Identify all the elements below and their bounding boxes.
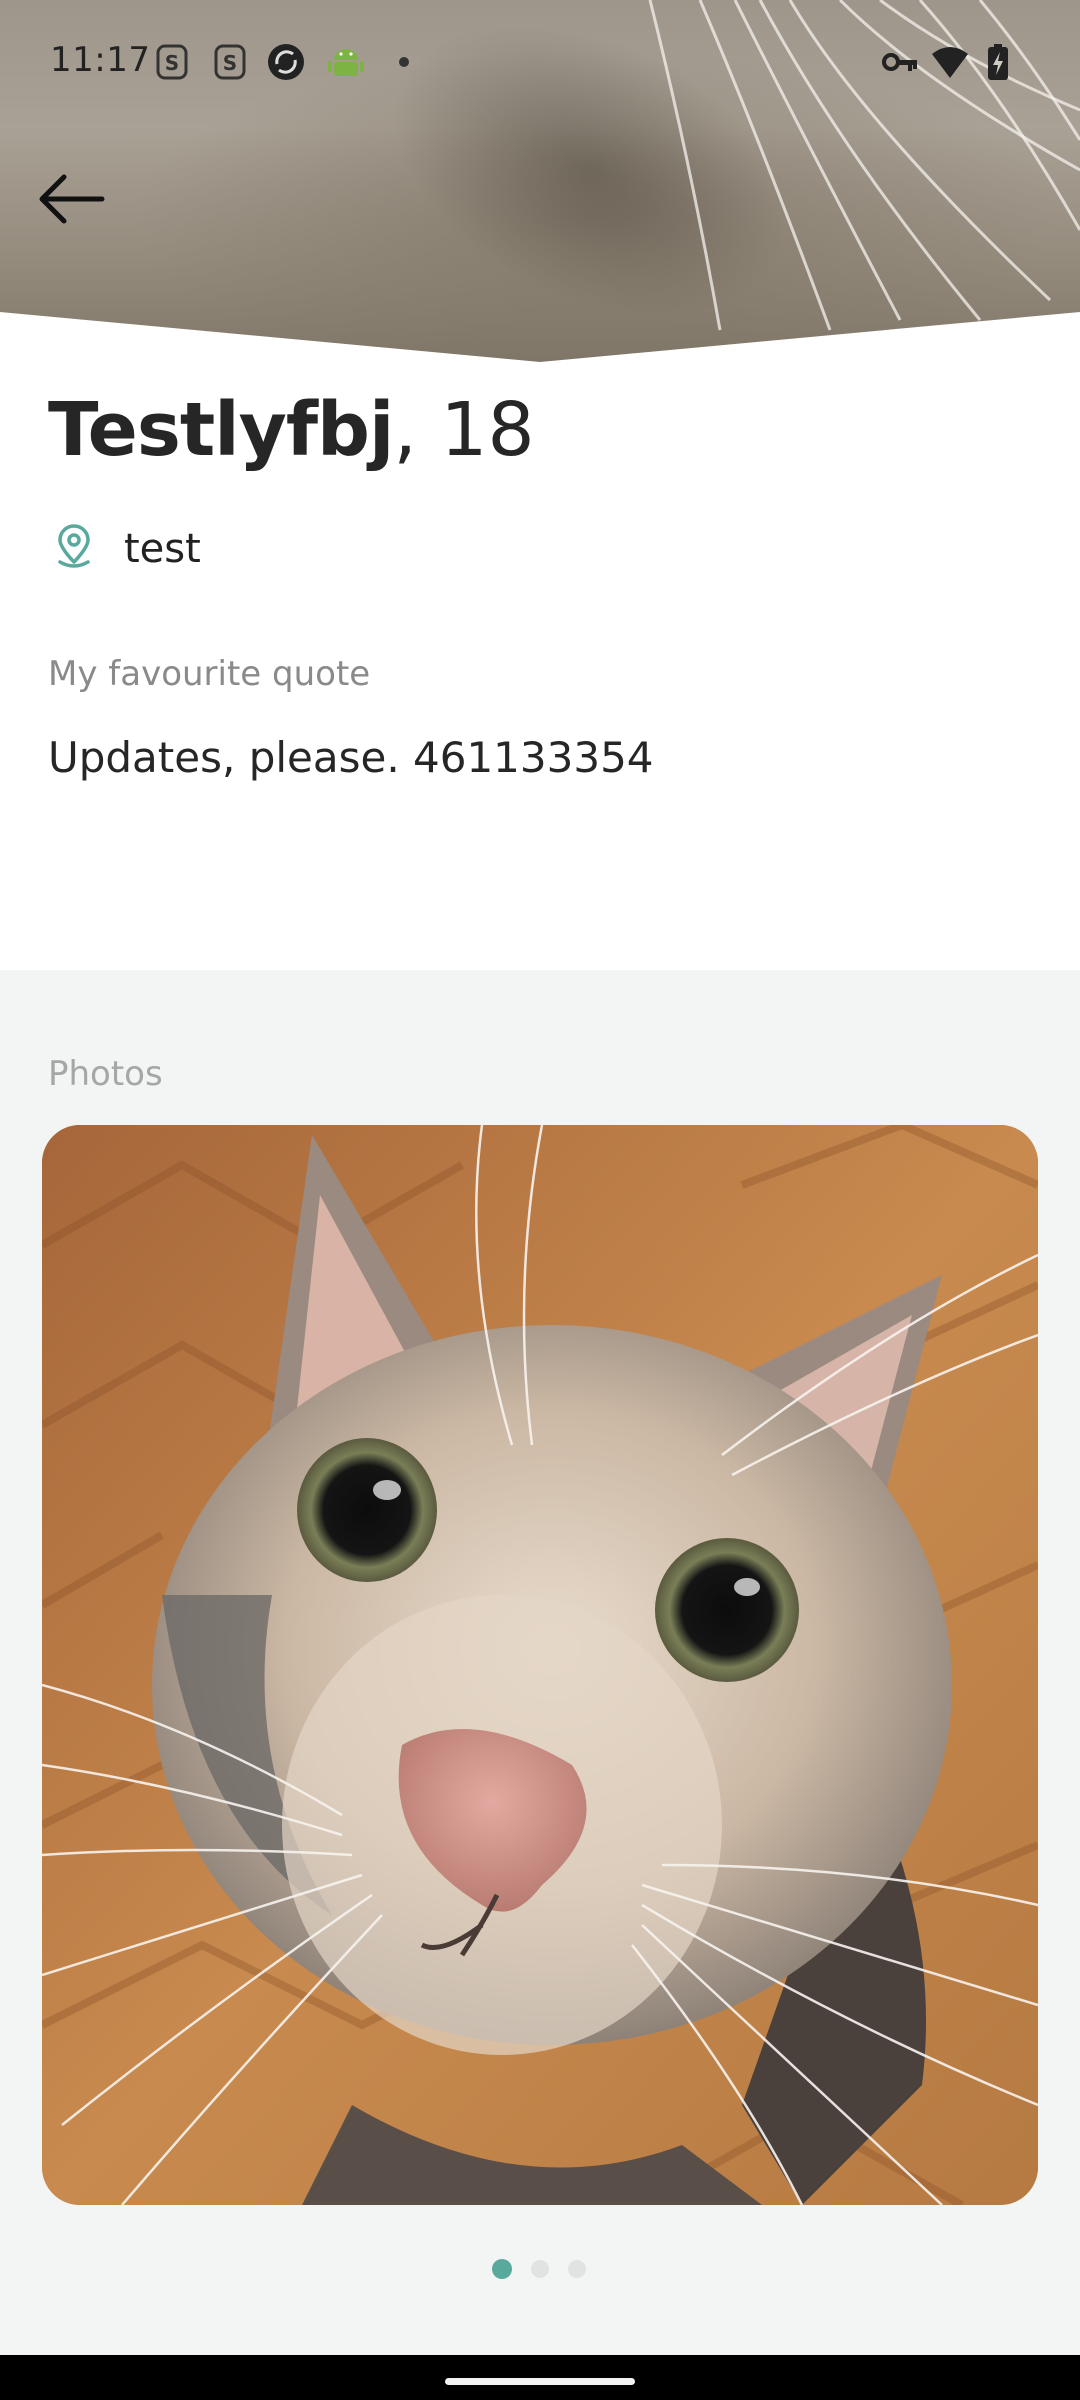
svg-text:S: S — [223, 51, 237, 75]
status-time: 11:17 — [50, 40, 151, 80]
sync-icon — [268, 44, 304, 80]
header-shape-divider — [0, 312, 1080, 365]
back-button[interactable] — [24, 150, 120, 246]
carousel-dot-2[interactable] — [531, 2260, 549, 2278]
sim-s-icon: S — [156, 44, 188, 80]
battery-icon — [988, 44, 1008, 80]
arrow-left-icon — [39, 174, 105, 224]
android-icon — [328, 49, 364, 76]
quote-text: Updates, please. 461133354 — [48, 733, 654, 782]
dot-icon — [399, 57, 409, 67]
carousel-indicator — [0, 2259, 1080, 2284]
carousel-dot-1[interactable] — [492, 2259, 512, 2279]
profile-name: Testlyfbj, 18 — [48, 380, 535, 480]
photos-section: Photos — [0, 970, 1080, 2355]
location-row: test — [48, 520, 648, 580]
vpn-key-icon — [882, 53, 917, 71]
quote-label: My favourite quote — [48, 654, 371, 694]
location-text: test — [124, 526, 201, 572]
carousel-dot-3[interactable] — [568, 2260, 586, 2278]
photo-carousel[interactable] — [42, 1125, 1038, 2205]
cat-photo — [42, 1125, 1038, 2205]
svg-text:S: S — [165, 51, 179, 75]
profile-name-text: Testlyfbj — [48, 387, 394, 473]
wifi-icon — [932, 47, 968, 78]
sim-s-icon: S — [214, 44, 246, 80]
system-nav-bar — [0, 2355, 1080, 2400]
status-bar: 11:17 S S — [0, 0, 1080, 125]
profile-age: , 18 — [393, 387, 535, 473]
photos-label: Photos — [48, 1054, 163, 1094]
home-gesture-handle[interactable] — [445, 2378, 635, 2385]
location-pin-icon — [58, 524, 90, 568]
